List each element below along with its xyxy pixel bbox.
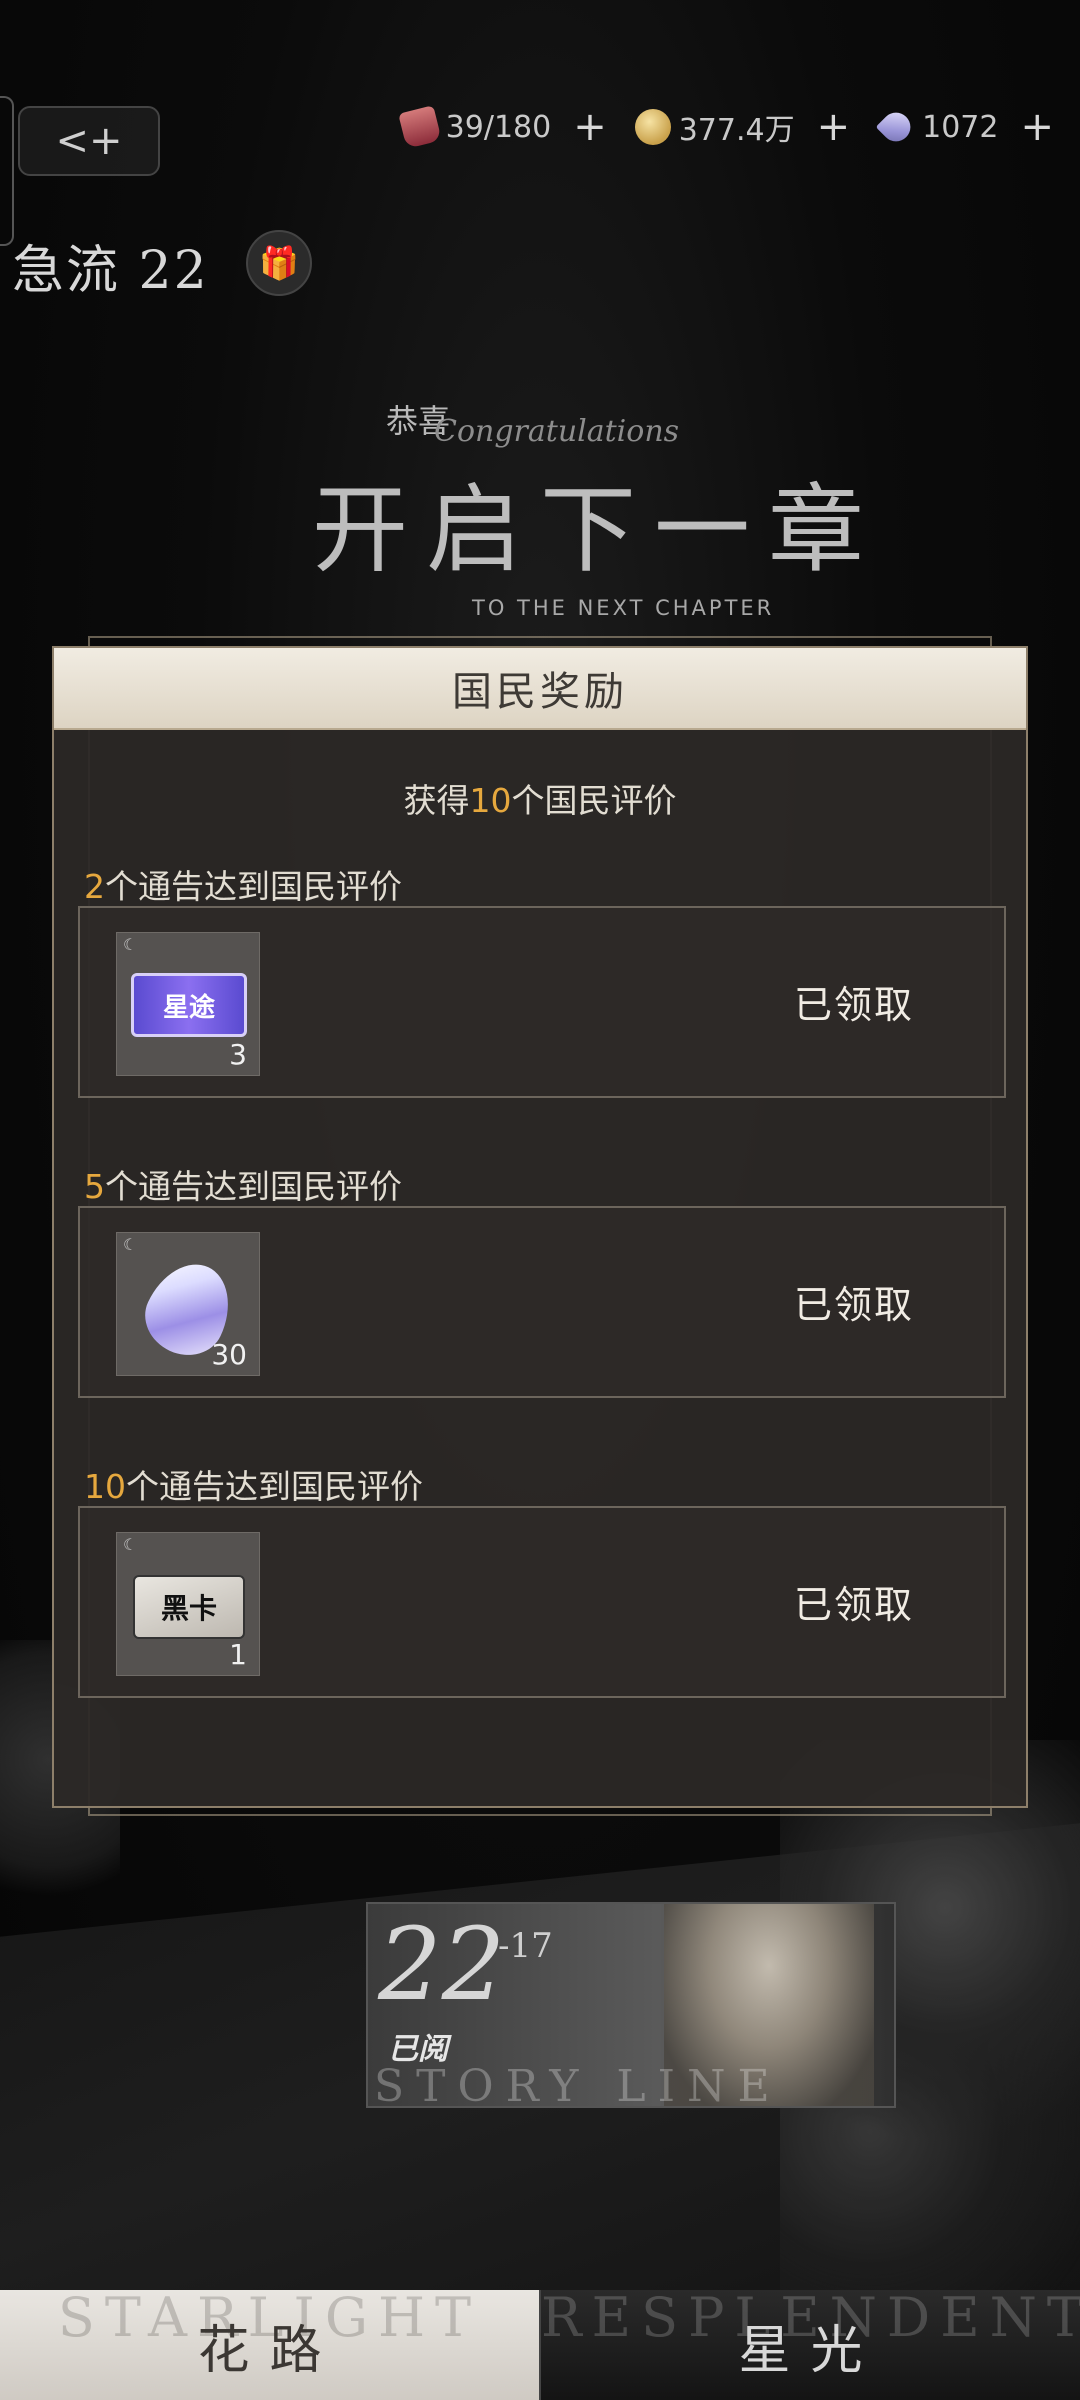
gem-icon [875,106,917,148]
bottom-tabs: STARLIGHT 花路 RESPLENDENT 星光 [0,2290,1080,2400]
gem-value: 1072 [922,109,999,145]
reward-item-slot[interactable]: ☾ 30 [116,1232,260,1376]
reward-row: ☾ 30 已领取 [78,1206,1006,1398]
black-card-icon: 黑卡 [133,1575,245,1639]
tier-text: 个通告达到国民评价 [105,867,402,906]
modal-title: 国民奖励 [452,669,628,715]
modal-header: 国民奖励 [54,648,1026,730]
subtitle-count: 10 [469,781,512,820]
ticket-text: 星途 [162,992,215,1023]
reward-row: ☾ 黑卡 1 已领取 [78,1506,1006,1698]
item-count: 30 [211,1338,247,1371]
tier-count: 5 [84,1167,105,1206]
claimed-status: 已领取 [793,983,914,1027]
story-number: 22 [378,1906,506,2023]
tier-text: 个通告达到国民评价 [105,1167,402,1206]
tier-label: 5个通告达到国民评价 [84,1160,402,1208]
next-chapter-title: 开启下一章 [312,474,882,586]
item-count: 3 [229,1038,247,1071]
gold-value: 377.4万 [678,113,795,148]
story-card[interactable]: 22 -17 已阅 STORY LINE [366,1902,896,2108]
resource-gem: 1072 + [875,104,1062,150]
back-arrow-icon: <+ [55,118,123,164]
claimed-status: 已领取 [793,1583,914,1627]
add-gold-button[interactable]: + [817,104,851,150]
resource-bar: 39/180 + 377.4万 + 1072 + [397,104,1062,150]
side-frame [0,96,14,246]
story-subnumber: -17 [498,1926,553,1966]
resource-energy: 39/180 + [397,104,615,150]
back-button[interactable]: <+ [18,106,160,176]
moon-icon: ☾ [123,1235,138,1254]
item-count: 1 [229,1638,247,1671]
claimed-status: 已领取 [793,1283,914,1327]
reward-item-slot[interactable]: ☾ 黑卡 1 [116,1532,260,1676]
modal-subtitle: 获得10个国民评价 [54,774,1026,822]
next-chapter-subtitle: TO THE NEXT CHAPTER [472,596,775,620]
gift-icon: 🎁 [259,244,299,282]
add-gem-button[interactable]: + [1020,104,1054,150]
gold-coin-icon [634,109,671,145]
moon-icon: ☾ [123,1535,138,1554]
add-energy-button[interactable]: + [573,104,607,150]
tier-count: 2 [84,867,105,906]
tier-label: 2个通告达到国民评价 [84,860,402,908]
gift-button[interactable]: 🎁 [246,230,312,296]
reward-item-slot[interactable]: ☾ 星途 3 [116,932,260,1076]
tier-text: 个通告达到国民评价 [126,1467,423,1506]
reward-row: ☾ 星途 3 已领取 [78,906,1006,1098]
card-text: 黑卡 [160,1592,217,1625]
reward-modal: 国民奖励 获得10个国民评价 2个通告达到国民评价 ☾ 星途 3 已领取 5个通… [52,646,1028,1808]
energy-value: 39/180 [445,109,552,145]
tab-starlight[interactable]: RESPLENDENT 星光 [539,2290,1080,2400]
moon-icon: ☾ [123,935,138,954]
story-watermark: STORY LINE [374,2061,782,2108]
subtitle-prefix: 获得 [403,781,470,820]
tier-count: 10 [84,1467,126,1506]
tab-flower-road[interactable]: STARLIGHT 花路 [0,2290,539,2400]
tab-label: 星光 [738,2320,883,2381]
tab-label: 花路 [197,2320,342,2381]
subtitle-suffix: 个国民评价 [511,781,677,820]
chapter-title: 急流 22 [12,241,209,301]
energy-drink-icon [397,105,442,149]
star-road-ticket-icon: 星途 [131,973,247,1037]
tier-label: 10个通告达到国民评价 [84,1460,423,1508]
congrats-script: Congratulations [434,414,680,449]
resource-gold: 377.4万 + [634,104,858,150]
